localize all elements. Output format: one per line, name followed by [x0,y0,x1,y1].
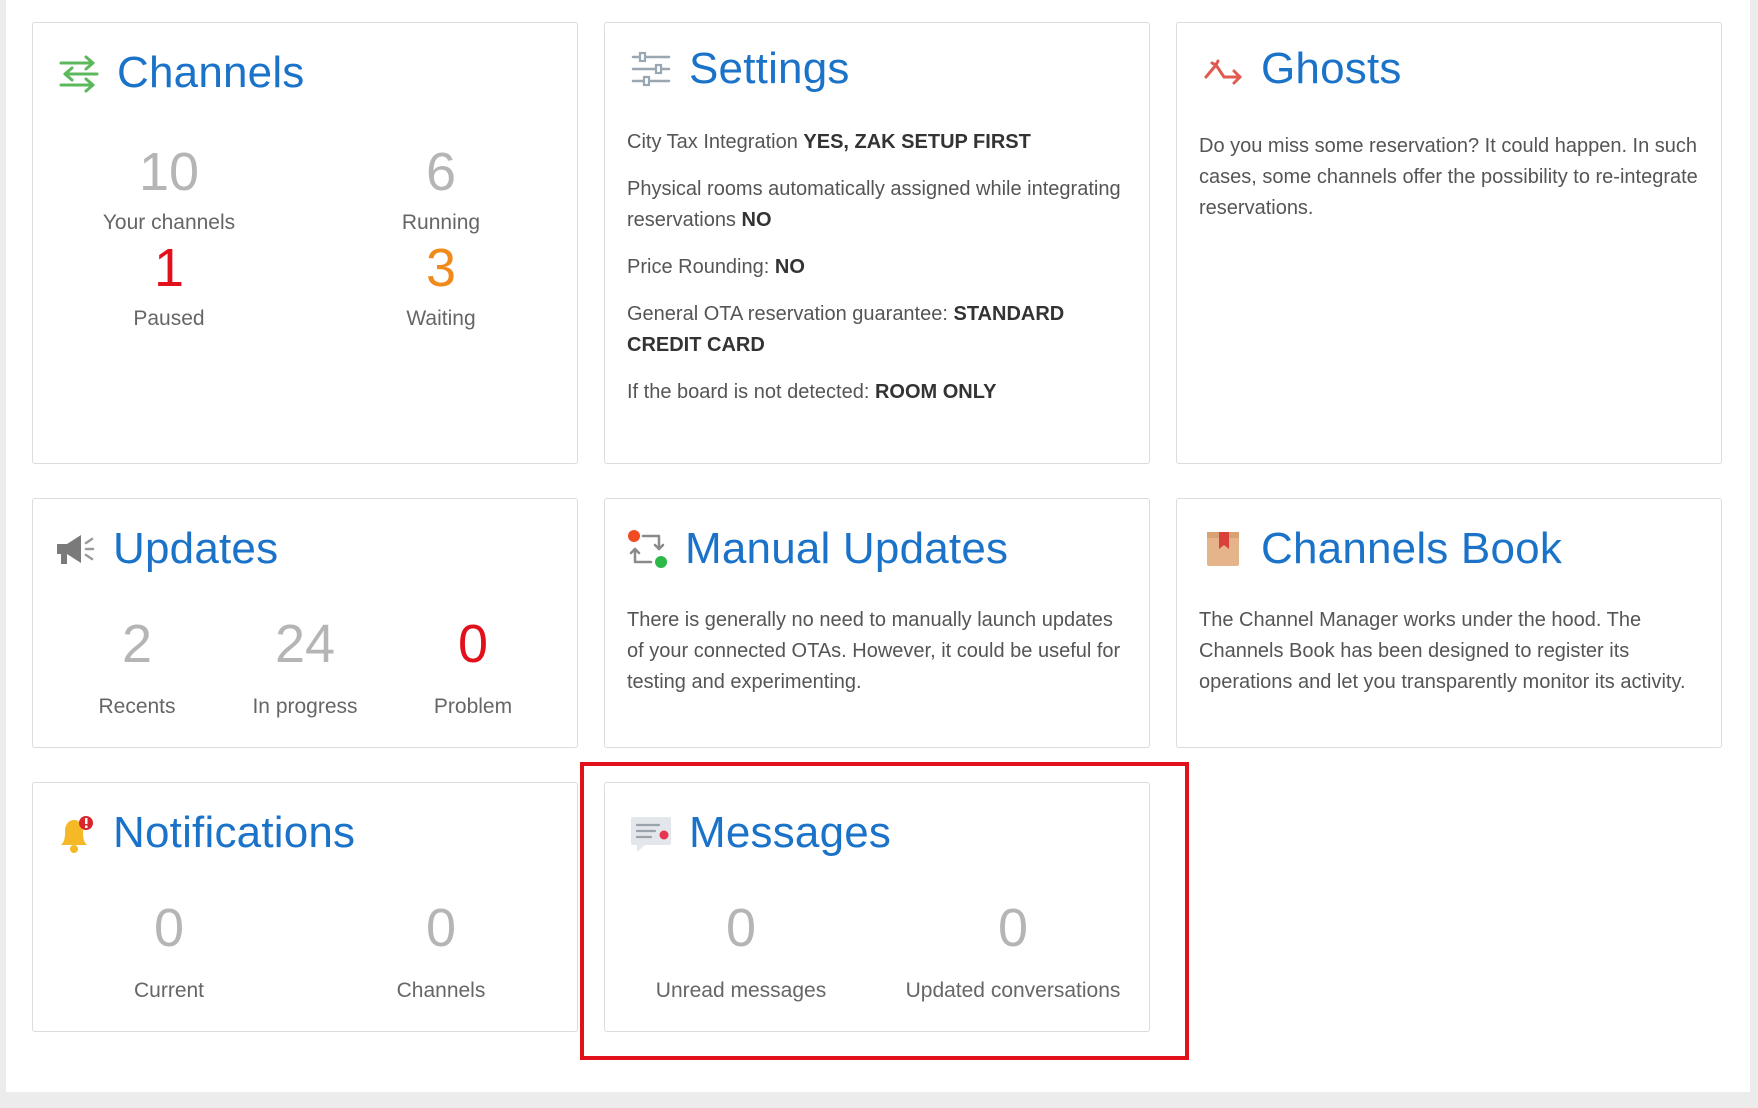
stat-recents[interactable]: 2 Recents [53,617,221,719]
settings-list: City Tax Integration YES, ZAK SETUP FIRS… [627,127,1129,424]
stat-label: Problem [433,695,513,718]
stat-problem[interactable]: 0 Problem [389,617,557,719]
setting-ota-guarantee: General OTA reservation guarantee: STAND… [627,299,1129,361]
arrows-transfer-icon [55,49,103,97]
ghosts-title[interactable]: Ghosts [1261,47,1402,91]
setting-label: Physical rooms automatically assigned wh… [627,178,1121,231]
setting-value: NO [741,209,772,231]
channels-stats: 10 Your channels 6 Running 1 Paused 3 Wa… [33,145,577,331]
setting-physical-rooms: Physical rooms automatically assigned wh… [627,174,1129,236]
bookmark-book-icon [1199,525,1247,573]
stat-value: 0 [153,898,185,958]
settings-card[interactable]: Settings City Tax Integration YES, ZAK S… [604,22,1150,464]
stat-channels[interactable]: 0 Channels [305,901,577,1003]
sliders-icon [627,45,675,93]
manual-updates-card[interactable]: Manual Updates There is generally no nee… [604,498,1150,748]
ghosts-card[interactable]: Ghosts Do you miss some reservation? It … [1176,22,1722,464]
stat-label: Paused [133,307,205,330]
stat-value: 6 [425,142,457,202]
notifications-title[interactable]: Notifications [113,811,355,855]
setting-value: ROOM ONLY [874,381,997,403]
notifications-card[interactable]: Notifications 0 Current 0 Channels [32,782,578,1032]
setting-label: Price Rounding: [627,256,775,278]
manual-updates-title[interactable]: Manual Updates [685,527,1008,571]
stat-label: In progress [252,695,358,718]
setting-value: YES, ZAK SETUP FIRST [803,131,1031,153]
channels-book-title[interactable]: Channels Book [1261,527,1562,571]
setting-label: If the board is not detected: [627,381,875,403]
stat-value: 3 [425,238,457,298]
setting-value: NO [774,256,805,278]
notifications-header[interactable]: Notifications [51,805,557,861]
channels-card[interactable]: Channels 10 Your channels 6 Running 1 Pa… [32,22,578,464]
setting-label: City Tax Integration [627,131,804,153]
ghosts-header[interactable]: Ghosts [1199,41,1701,97]
manual-updates-description: There is generally no need to manually l… [627,609,1121,693]
stat-in-progress[interactable]: 24 In progress [221,617,389,719]
updates-stats: 2 Recents 24 In progress 0 Problem [53,617,557,719]
channels-book-header[interactable]: Channels Book [1199,521,1701,577]
bell-icon [51,809,99,857]
updates-header[interactable]: Updates [51,521,557,577]
stat-label: Current [133,979,205,1002]
stat-label: Running [401,211,481,234]
channels-header[interactable]: Channels [55,45,557,101]
stat-label: Your channels [102,211,236,234]
stat-running[interactable]: 6 Running [305,145,577,235]
manual-updates-header[interactable]: Manual Updates [623,521,1129,577]
updates-title[interactable]: Updates [113,527,278,571]
stat-current[interactable]: 0 Current [33,901,305,1003]
setting-city-tax: City Tax Integration YES, ZAK SETUP FIRS… [627,127,1129,158]
ghosts-description: Do you miss some reservation? It could h… [1199,135,1698,219]
settings-header[interactable]: Settings [627,41,1129,97]
settings-title[interactable]: Settings [689,47,850,91]
stat-paused[interactable]: 1 Paused [33,241,305,331]
megaphone-icon [51,525,99,573]
stat-label: Waiting [406,307,476,330]
stat-value: 1 [153,238,185,298]
stat-value: 2 [121,614,153,674]
notifications-stats: 0 Current 0 Channels [33,901,577,1003]
stat-label: Channels [396,979,486,1002]
updates-card[interactable]: Updates 2 Recents 24 In progress 0 Probl… [32,498,578,748]
setting-board-not-detected: If the board is not detected: ROOM ONLY [627,377,1129,408]
channels-book-card[interactable]: Channels Book The Channel Manager works … [1176,498,1722,748]
stat-value: 10 [138,142,200,202]
stat-your-channels[interactable]: 10 Your channels [33,145,305,235]
setting-label: General OTA reservation guarantee: [627,303,954,325]
channels-title[interactable]: Channels [117,51,305,95]
ghost-arrow-icon [1199,45,1247,93]
stat-waiting[interactable]: 3 Waiting [305,241,577,331]
stat-value: 0 [457,614,489,674]
setting-price-rounding: Price Rounding: NO [627,252,1129,283]
highlight-annotation-box [580,762,1189,1060]
manual-sync-icon [623,525,671,573]
stat-value: 24 [274,614,336,674]
channels-book-description: The Channel Manager works under the hood… [1199,609,1686,693]
stat-value: 0 [425,898,457,958]
stat-label: Recents [98,695,176,718]
